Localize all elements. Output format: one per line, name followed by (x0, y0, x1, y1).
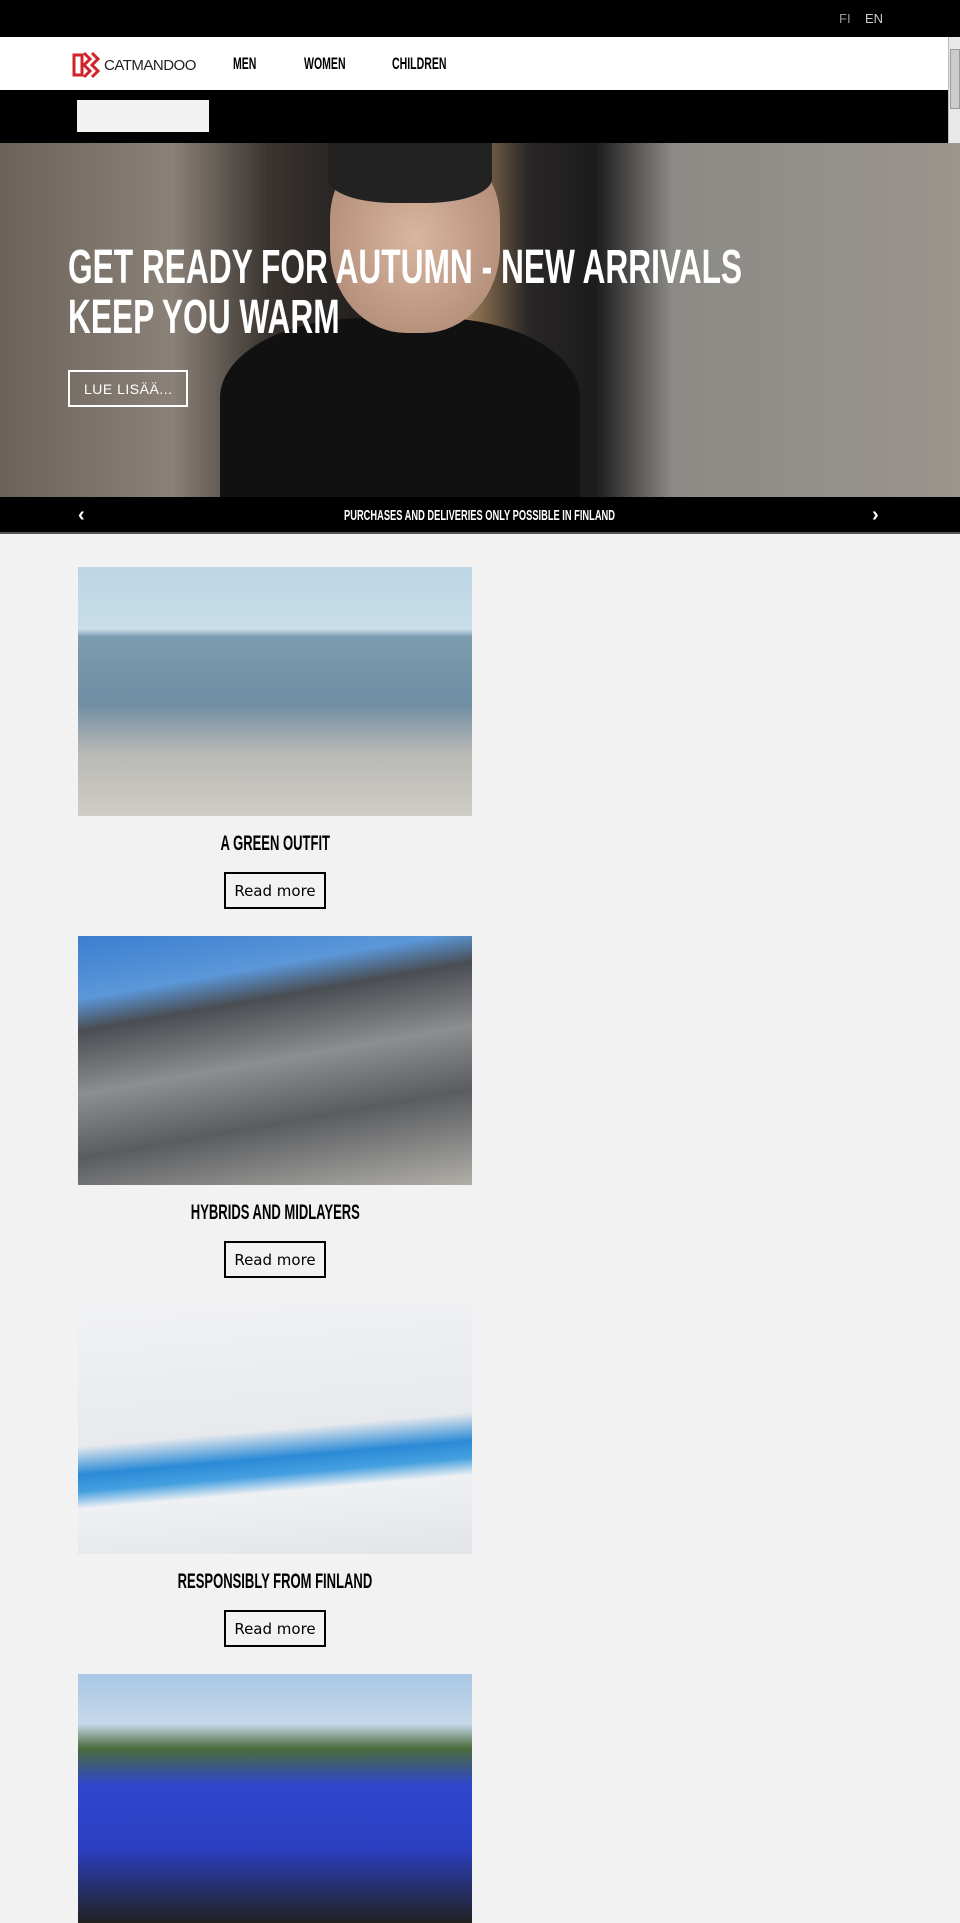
nav-men[interactable]: MEN (233, 54, 271, 74)
logo[interactable]: CATMANDOO (72, 51, 196, 79)
catmandoo-logo-icon (72, 51, 100, 79)
search-bar (0, 90, 948, 143)
article-image[interactable] (78, 936, 472, 1185)
article-card: RESPONSIBLY FROM FINLAND Read more (78, 1305, 472, 1647)
article-title: A GREEN OUTFIT (78, 832, 472, 860)
article-card: A GREEN OUTFIT Read more (78, 567, 472, 909)
search-input[interactable] (77, 100, 209, 132)
article-image[interactable] (78, 1674, 472, 1923)
article-title: RESPONSIBLY FROM FINLAND (78, 1570, 472, 1598)
article-card (78, 1674, 472, 1923)
read-more-button[interactable]: Read more (224, 872, 326, 909)
read-more-button[interactable]: Read more (224, 1610, 326, 1647)
chevron-right-icon[interactable]: › (872, 504, 879, 527)
nav-children-label: CHILDREN (392, 54, 447, 73)
top-bar: FI EN (0, 0, 960, 37)
hero-title: GET READY FOR AUTUMN - NEW ARRIVALS KEEP… (68, 241, 743, 344)
notice-carousel: ‹ PURCHASES AND DELIVERIES ONLY POSSIBLE… (0, 497, 960, 534)
hero-banner: GET READY FOR AUTUMN - NEW ARRIVALS KEEP… (0, 143, 960, 497)
nav-women[interactable]: WOMEN (304, 54, 371, 74)
read-more-button[interactable]: Read more (224, 1241, 326, 1278)
brand-name: CATMANDOO (104, 56, 196, 74)
language-fi[interactable]: FI (839, 11, 851, 26)
hero-image-jacket (220, 318, 580, 497)
article-title-text: A GREEN OUTFIT (220, 832, 330, 855)
notice-text-label: PURCHASES AND DELIVERIES ONLY POSSIBLE I… (344, 507, 616, 524)
scrollbar-thumb[interactable] (950, 49, 960, 109)
language-en[interactable]: EN (865, 11, 883, 26)
article-title-text: HYBRIDS AND MIDLAYERS (190, 1201, 360, 1224)
hero-read-more-button[interactable]: LUE LISÄÄ... (68, 370, 189, 407)
article-title: HYBRIDS AND MIDLAYERS (78, 1201, 472, 1229)
scrollbar[interactable] (948, 37, 960, 143)
notice-text: PURCHASES AND DELIVERIES ONLY POSSIBLE I… (0, 507, 960, 524)
main-nav: CATMANDOO MEN WOMEN CHILDREN (0, 37, 948, 90)
hero-image-hat (328, 143, 492, 203)
nav-men-label: MEN (233, 54, 257, 73)
article-image[interactable] (78, 1305, 472, 1554)
article-image[interactable] (78, 567, 472, 816)
nav-women-label: WOMEN (304, 54, 346, 73)
article-card: HYBRIDS AND MIDLAYERS Read more (78, 936, 472, 1278)
nav-children[interactable]: CHILDREN (392, 54, 480, 74)
article-title-text: RESPONSIBLY FROM FINLAND (177, 1570, 373, 1593)
